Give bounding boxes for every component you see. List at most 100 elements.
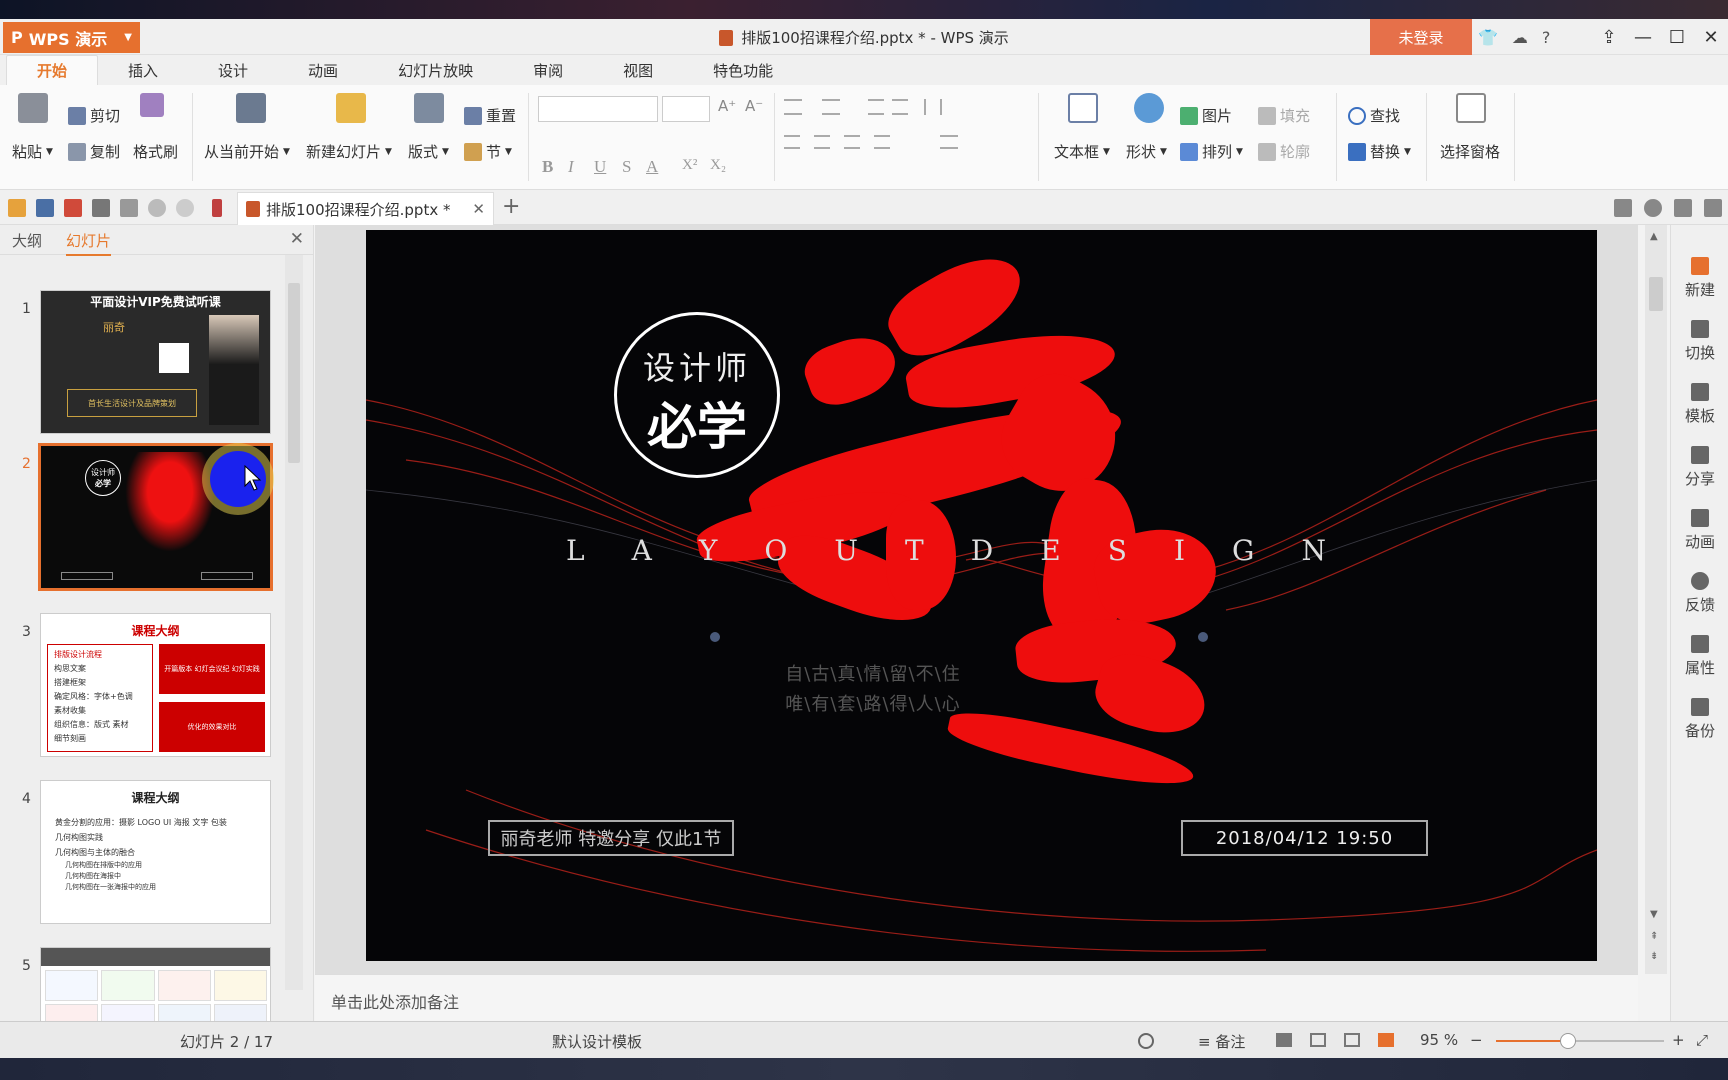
new-slide-button[interactable]: 新建幻灯片 ▼ — [306, 141, 392, 162]
bullets-icon[interactable] — [784, 99, 802, 115]
share-sidebar-button[interactable]: 分享 — [1671, 446, 1728, 489]
export-pdf-icon[interactable] — [64, 199, 82, 217]
tab-animation[interactable]: 动画 — [278, 55, 368, 85]
bold-button[interactable]: B — [542, 157, 553, 177]
reading-view-icon[interactable] — [1344, 1033, 1360, 1047]
find-button[interactable]: 查找 — [1348, 105, 1400, 126]
print-icon[interactable] — [92, 199, 110, 217]
print-preview-icon[interactable] — [120, 199, 138, 217]
minimize-button[interactable]: — — [1626, 19, 1660, 55]
fill-button[interactable]: 填充 — [1258, 105, 1310, 126]
text-direction-icon[interactable] — [924, 99, 942, 115]
zoom-out-button[interactable]: − — [1470, 1031, 1483, 1049]
save-icon[interactable] — [36, 199, 54, 217]
tab-view[interactable]: 视图 — [593, 55, 683, 85]
line-spacing-icon[interactable] — [940, 135, 958, 149]
justify-icon[interactable] — [874, 135, 890, 149]
new-sidebar-button[interactable]: 新建 — [1671, 257, 1728, 300]
from-current-button[interactable]: 从当前开始 ▼ — [204, 141, 290, 162]
paste-button[interactable]: 粘贴 ▼ — [12, 141, 53, 162]
cut-button[interactable]: 剪切 — [68, 105, 120, 126]
shape-button[interactable]: 形状 ▼ — [1126, 141, 1167, 162]
superscript-button[interactable]: X² — [682, 157, 697, 174]
subscript-button[interactable]: X₂ — [710, 157, 726, 174]
tab-outline[interactable]: 大纲 — [12, 230, 42, 251]
scroll-down-icon[interactable]: ▼ — [1650, 909, 1658, 920]
fit-window-icon[interactable]: ⤢ — [1696, 1031, 1708, 1049]
align-left-icon[interactable] — [784, 135, 800, 149]
login-button[interactable]: 未登录 — [1370, 19, 1472, 55]
zoom-slider-handle[interactable] — [1560, 1033, 1577, 1049]
template-sidebar-button[interactable]: 模板 — [1671, 383, 1728, 426]
align-right-icon[interactable] — [844, 135, 860, 149]
document-tab[interactable]: 排版100招课程介绍.pptx * ✕ — [237, 192, 494, 225]
close-window-button[interactable]: ✕ — [1694, 19, 1728, 55]
tab-features[interactable]: 特色功能 — [683, 55, 803, 85]
normal-view-icon[interactable] — [1276, 1033, 1292, 1047]
sorter-view-icon[interactable] — [1310, 1033, 1326, 1047]
grow-font-button[interactable]: A⁺ — [718, 97, 736, 115]
selection-pane-button[interactable]: 选择窗格 — [1440, 141, 1500, 162]
animation-sidebar-button[interactable]: 动画 — [1671, 509, 1728, 552]
close-panel-icon[interactable]: ✕ — [290, 229, 304, 249]
tab-review[interactable]: 审阅 — [503, 55, 593, 85]
tab-slides[interactable]: 幻灯片 — [66, 230, 112, 256]
textbox-button[interactable]: 文本框 ▼ — [1054, 141, 1110, 162]
zoom-in-button[interactable]: + — [1672, 1031, 1685, 1049]
slide-thumbnail-3[interactable]: 课程大纲 排版设计流程 构思文案 搭建框架 确定风格：字体+色调 素材收集 组织… — [40, 613, 271, 757]
shrink-font-button[interactable]: A⁻ — [745, 97, 763, 115]
properties-sidebar-button[interactable]: 属性 — [1671, 635, 1728, 678]
slide-thumbnail-5[interactable] — [40, 947, 271, 1021]
font-size-select[interactable] — [662, 96, 710, 122]
pin-icon[interactable]: ⇪ — [1592, 19, 1626, 55]
maximize-button[interactable]: ☐ — [1660, 19, 1694, 55]
font-color-button[interactable]: A — [646, 157, 658, 177]
italic-button[interactable]: I — [568, 157, 574, 177]
history-icon[interactable] — [1138, 1033, 1154, 1049]
feedback-sidebar-button[interactable]: 反馈 — [1671, 572, 1728, 615]
section-button[interactable]: 节 ▼ — [464, 141, 512, 162]
redo-icon[interactable] — [176, 199, 194, 217]
slide-thumbnail-1[interactable]: 平面设计VIP免费试听课 丽奇 首长生活设计及品牌策划 — [40, 290, 271, 434]
slide-thumbnail-4[interactable]: 课程大纲 黄金分割的应用：摄影 LOGO UI 海报 文字 包装 几何构图实践 … — [40, 780, 271, 924]
play-slideshow-icon[interactable] — [1378, 1033, 1394, 1047]
arrange-button[interactable]: 排列 ▼ — [1180, 141, 1243, 162]
prev-slide-icon[interactable]: ⇞ — [1650, 931, 1658, 942]
new-tab-button[interactable]: + — [502, 194, 520, 219]
tab-design[interactable]: 设计 — [188, 55, 278, 85]
copy-button[interactable]: 复制 — [68, 141, 120, 162]
tab-slideshow[interactable]: 幻灯片放映 — [368, 55, 503, 85]
thumbnails-scrollbar[interactable] — [285, 255, 303, 990]
font-name-select[interactable] — [538, 96, 658, 122]
tools-icon-3[interactable] — [1674, 199, 1692, 217]
layout-button[interactable]: 版式 ▼ — [408, 141, 449, 162]
open-icon[interactable] — [8, 199, 26, 217]
notes-toggle[interactable]: ≡ 备注 — [1198, 1031, 1245, 1052]
numbering-icon[interactable] — [822, 99, 840, 115]
tab-home[interactable]: 开始 — [6, 55, 99, 85]
tab-insert[interactable]: 插入 — [98, 55, 188, 85]
tools-icon-2[interactable] — [1644, 199, 1662, 217]
cloud-icon[interactable]: ☁ — [1512, 28, 1528, 47]
picture-button[interactable]: 图片 — [1180, 105, 1232, 126]
replace-button[interactable]: 替换 ▼ — [1348, 141, 1411, 162]
strike-button[interactable]: S — [622, 157, 631, 177]
decrease-indent-icon[interactable] — [868, 99, 884, 115]
notes-pane[interactable]: 单击此处添加备注 — [315, 974, 1638, 1021]
slide-scrollbar[interactable]: ▲ ▼ ⇞ ⇟ — [1645, 225, 1667, 974]
scrollbar-thumb[interactable] — [1649, 277, 1663, 311]
reset-button[interactable]: 重置 — [464, 105, 516, 126]
underline-button[interactable]: U — [594, 157, 606, 177]
backup-sidebar-button[interactable]: 备份 — [1671, 698, 1728, 741]
switch-sidebar-button[interactable]: 切换 — [1671, 320, 1728, 363]
customize-icon[interactable] — [212, 199, 222, 217]
align-center-icon[interactable] — [814, 135, 830, 149]
next-slide-icon[interactable]: ⇟ — [1650, 951, 1658, 962]
scroll-up-icon[interactable]: ▲ — [1650, 231, 1658, 242]
increase-indent-icon[interactable] — [892, 99, 908, 115]
scrollbar-thumb[interactable] — [288, 283, 300, 463]
undo-icon[interactable] — [148, 199, 166, 217]
tools-icon-4[interactable] — [1704, 199, 1722, 217]
close-tab-icon[interactable]: ✕ — [472, 200, 485, 218]
skin-icon[interactable]: 👕 — [1478, 28, 1498, 47]
